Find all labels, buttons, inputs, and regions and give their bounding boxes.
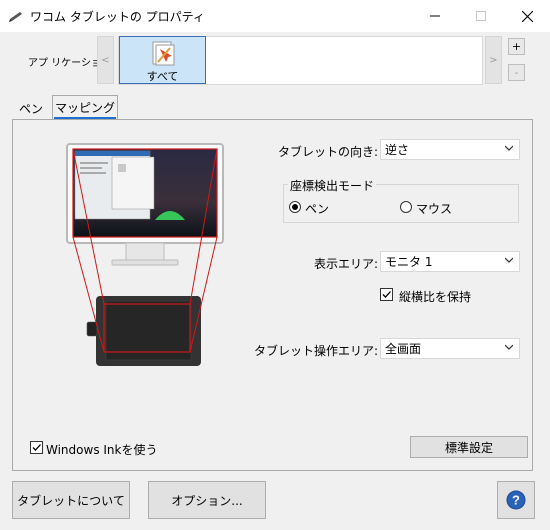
tablet-area-label: タブレット操作エリア: <box>253 344 378 358</box>
tablet-pen-holder <box>86 321 98 337</box>
about-tablet-button[interactable]: タブレットについて <box>12 481 130 519</box>
tab-pen[interactable]: ペン <box>13 97 49 119</box>
radio-pen-indicator[interactable] <box>289 201 301 213</box>
help-button[interactable]: ? <box>497 481 535 519</box>
active-tab-underline <box>54 117 116 119</box>
radio-mouse-label: マウス <box>416 202 453 216</box>
chevron-down-icon <box>505 257 513 263</box>
tablet-area-combo[interactable]: 全画面 <box>380 338 520 359</box>
app-item-all[interactable]: すべて <box>119 36 206 84</box>
chevron-down-icon <box>505 344 513 350</box>
close-button[interactable] <box>504 0 550 32</box>
display-area-value: モニタ 1 <box>385 255 433 269</box>
checkmark-icon <box>382 291 391 298</box>
app-scroll-left-button[interactable]: < <box>97 36 114 84</box>
all-apps-icon <box>152 41 175 66</box>
svg-text:?: ? <box>512 493 520 508</box>
orientation-combo[interactable]: 逆さ <box>380 139 520 160</box>
windows-ink-box[interactable] <box>30 441 43 454</box>
mapping-illustration <box>66 143 224 366</box>
display-area-combo[interactable]: モニタ 1 <box>380 251 520 272</box>
window-title: ワコム タブレットの プロパティ <box>30 10 205 24</box>
windows-ink-checkbox[interactable]: Windows Inkを使う <box>30 441 170 457</box>
radio-pen[interactable]: ペン <box>289 200 349 216</box>
aspect-ratio-label: 縦横比を保持 <box>399 290 472 304</box>
minimize-icon <box>430 15 440 17</box>
help-icon: ? <box>506 490 526 510</box>
default-settings-button[interactable]: 標準設定 <box>410 436 528 458</box>
options-button[interactable]: オプション... <box>148 481 266 519</box>
radio-pen-label: ペン <box>305 202 330 216</box>
wacom-pen-icon <box>9 12 22 22</box>
display-area-label: 表示エリア: <box>313 257 378 271</box>
minimize-button[interactable] <box>412 0 458 32</box>
orientation-label: タブレットの向き: <box>277 145 378 159</box>
close-icon <box>521 10 533 22</box>
radio-mouse-indicator[interactable] <box>400 201 412 213</box>
remove-application-button[interactable]: - <box>508 64 525 81</box>
app-item-label: すべて <box>146 70 179 83</box>
aspect-ratio-box[interactable] <box>380 288 393 301</box>
windows-ink-label: Windows Inkを使う <box>46 443 158 457</box>
tab-mapping[interactable]: マッピング <box>52 95 118 119</box>
maximize-button[interactable] <box>458 0 504 32</box>
orientation-value: 逆さ <box>385 143 410 157</box>
add-application-button[interactable]: + <box>508 38 525 55</box>
maximize-icon <box>476 11 486 21</box>
aspect-ratio-checkbox[interactable]: 縦横比を保持 <box>380 288 490 304</box>
tablet-active-area <box>105 300 192 361</box>
chevron-down-icon <box>505 145 513 151</box>
checkmark-icon <box>32 444 41 451</box>
tablet-area-value: 全画面 <box>385 342 422 356</box>
app-scroll-right-button[interactable]: > <box>485 36 502 84</box>
mode-group-title: 座標検出モード <box>288 177 377 194</box>
radio-mouse[interactable]: マウス <box>400 200 470 216</box>
